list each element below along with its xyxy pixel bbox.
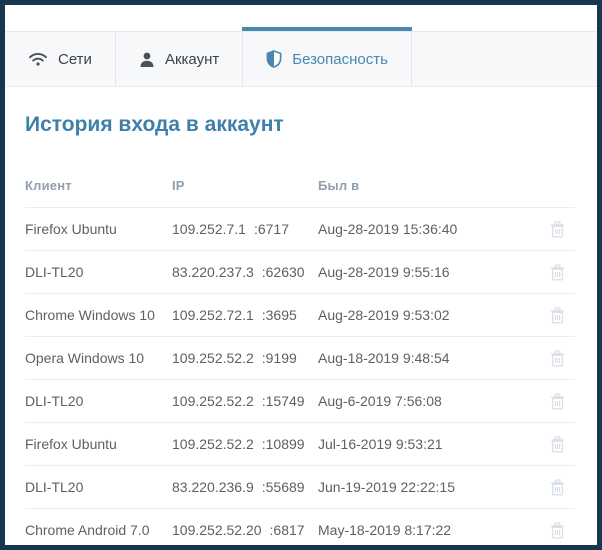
user-icon bbox=[139, 51, 155, 68]
ip-cell: 109.252.52.2 :9199 bbox=[172, 350, 318, 366]
page-title: История входа в аккаунт bbox=[25, 113, 284, 136]
tab-label: Безопасность bbox=[292, 50, 388, 68]
table-row: DLI-TL20 83.220.236.9 :55689 Jun-19-2019 … bbox=[25, 466, 575, 509]
tab-account[interactable]: Аккаунт bbox=[116, 32, 244, 86]
table-row: DLI-TL20 83.220.237.3 :62630 Aug-28-2019 … bbox=[25, 251, 575, 294]
ip-cell: 109.252.7.1 :6717 bbox=[172, 221, 318, 237]
ip-port: :3695 bbox=[261, 307, 297, 323]
ip-port: :9199 bbox=[261, 350, 297, 366]
table-row: Chrome Android 7.0 109.252.52.20 :6817 Ma… bbox=[25, 509, 575, 545]
ip-port: :62630 bbox=[261, 264, 305, 280]
row-actions bbox=[539, 520, 575, 541]
tab-networks[interactable]: Сети bbox=[5, 32, 116, 86]
delete-login-entry-button[interactable] bbox=[548, 305, 567, 326]
security-panel: История входа в аккаунт Клиент IP Был в … bbox=[5, 87, 597, 545]
delete-login-entry-button[interactable] bbox=[548, 348, 567, 369]
table-row: DLI-TL20 109.252.52.2 :15749 Aug-6-2019 7… bbox=[25, 380, 575, 423]
ip-address: 109.252.52.20 bbox=[172, 522, 262, 538]
row-actions bbox=[539, 305, 575, 326]
login-history-body: Firefox Ubuntu 109.252.7.1 :6717 Aug-28-2… bbox=[25, 208, 575, 545]
seen-cell: Aug-28-2019 9:53:02 bbox=[318, 307, 450, 323]
seen-cell: Aug-28-2019 15:36:40 bbox=[318, 221, 458, 237]
delete-login-entry-button[interactable] bbox=[548, 262, 567, 283]
client-cell: Chrome Windows 10 bbox=[25, 307, 155, 323]
ip-cell: 109.252.72.1 :3695 bbox=[172, 307, 318, 323]
ip-port: :6717 bbox=[253, 221, 290, 237]
ip-address: 83.220.236.9 bbox=[172, 479, 254, 495]
row-actions bbox=[539, 477, 575, 498]
ip-address: 109.252.52.2 bbox=[172, 436, 254, 452]
column-header-seen: Был в bbox=[318, 178, 360, 193]
table-row: Firefox Ubuntu 109.252.52.2 :10899 Jul-16… bbox=[25, 423, 575, 466]
seen-cell: Aug-18-2019 9:48:54 bbox=[318, 350, 450, 366]
ip-cell: 109.252.52.20 :6817 bbox=[172, 522, 318, 538]
shield-icon bbox=[266, 50, 282, 68]
trash-icon bbox=[550, 521, 565, 542]
tab-security[interactable]: Безопасность bbox=[242, 27, 412, 86]
client-cell: Opera Windows 10 bbox=[25, 350, 145, 366]
ip-port: :10899 bbox=[261, 436, 305, 452]
delete-login-entry-button[interactable] bbox=[548, 520, 567, 541]
row-actions bbox=[539, 434, 575, 455]
seen-cell: Jul-16-2019 9:53:21 bbox=[318, 436, 443, 452]
delete-login-entry-button[interactable] bbox=[548, 434, 567, 455]
seen-cell: Jun-19-2019 22:22:15 bbox=[318, 479, 455, 495]
tab-label: Аккаунт bbox=[164, 50, 220, 68]
delete-login-entry-button[interactable] bbox=[548, 477, 567, 498]
ip-port: :15749 bbox=[261, 393, 305, 409]
row-actions bbox=[539, 219, 575, 240]
table-row: Chrome Windows 10 109.252.72.1 :3695 Aug-… bbox=[25, 294, 575, 337]
tab-label: Сети bbox=[58, 50, 92, 68]
ip-address: 83.220.237.3 bbox=[172, 264, 254, 280]
trash-icon bbox=[550, 306, 565, 327]
ip-cell: 83.220.236.9 :55689 bbox=[172, 479, 318, 495]
seen-cell: Aug-6-2019 7:56:08 bbox=[318, 393, 442, 409]
ip-address: 109.252.52.2 bbox=[172, 350, 254, 366]
ip-cell: 83.220.237.3 :62630 bbox=[172, 264, 318, 280]
column-header-ip: IP bbox=[172, 178, 185, 193]
trash-icon bbox=[550, 435, 565, 456]
login-history-header: Клиент IP Был в bbox=[25, 178, 575, 208]
trash-icon bbox=[550, 349, 565, 370]
trash-icon bbox=[550, 220, 565, 241]
settings-window: Сети Аккаунт Безопасность История входа … bbox=[0, 0, 602, 550]
delete-login-entry-button[interactable] bbox=[548, 391, 567, 412]
client-cell: DLI-TL20 bbox=[25, 393, 84, 409]
trash-icon bbox=[550, 392, 565, 413]
table-row: Opera Windows 10 109.252.52.2 :9199 Aug-1… bbox=[25, 337, 575, 380]
ip-address: 109.252.72.1 bbox=[172, 307, 254, 323]
ip-address: 109.252.52.2 bbox=[172, 393, 254, 409]
trash-icon bbox=[550, 478, 565, 499]
ip-port: :55689 bbox=[261, 479, 305, 495]
seen-cell: Aug-28-2019 9:55:16 bbox=[318, 264, 450, 280]
trash-icon bbox=[550, 263, 565, 284]
delete-login-entry-button[interactable] bbox=[548, 219, 567, 240]
column-header-client: Клиент bbox=[25, 178, 72, 193]
table-row: Firefox Ubuntu 109.252.7.1 :6717 Aug-28-2… bbox=[25, 208, 575, 251]
client-cell: Firefox Ubuntu bbox=[25, 221, 117, 237]
row-actions bbox=[539, 262, 575, 283]
row-actions bbox=[539, 348, 575, 369]
seen-cell: May-18-2019 8:17:22 bbox=[318, 522, 452, 538]
row-actions bbox=[539, 391, 575, 412]
client-cell: Firefox Ubuntu bbox=[25, 436, 117, 452]
wifi-icon bbox=[28, 51, 48, 67]
ip-address: 109.252.7.1 bbox=[172, 221, 246, 237]
client-cell: DLI-TL20 bbox=[25, 479, 84, 495]
client-cell: DLI-TL20 bbox=[25, 264, 84, 280]
ip-cell: 109.252.52.2 :15749 bbox=[172, 393, 318, 409]
ip-cell: 109.252.52.2 :10899 bbox=[172, 436, 318, 452]
client-cell: Chrome Android 7.0 bbox=[25, 522, 150, 538]
ip-port: :6817 bbox=[269, 522, 305, 538]
tab-bar: Сети Аккаунт Безопасность bbox=[5, 27, 597, 87]
